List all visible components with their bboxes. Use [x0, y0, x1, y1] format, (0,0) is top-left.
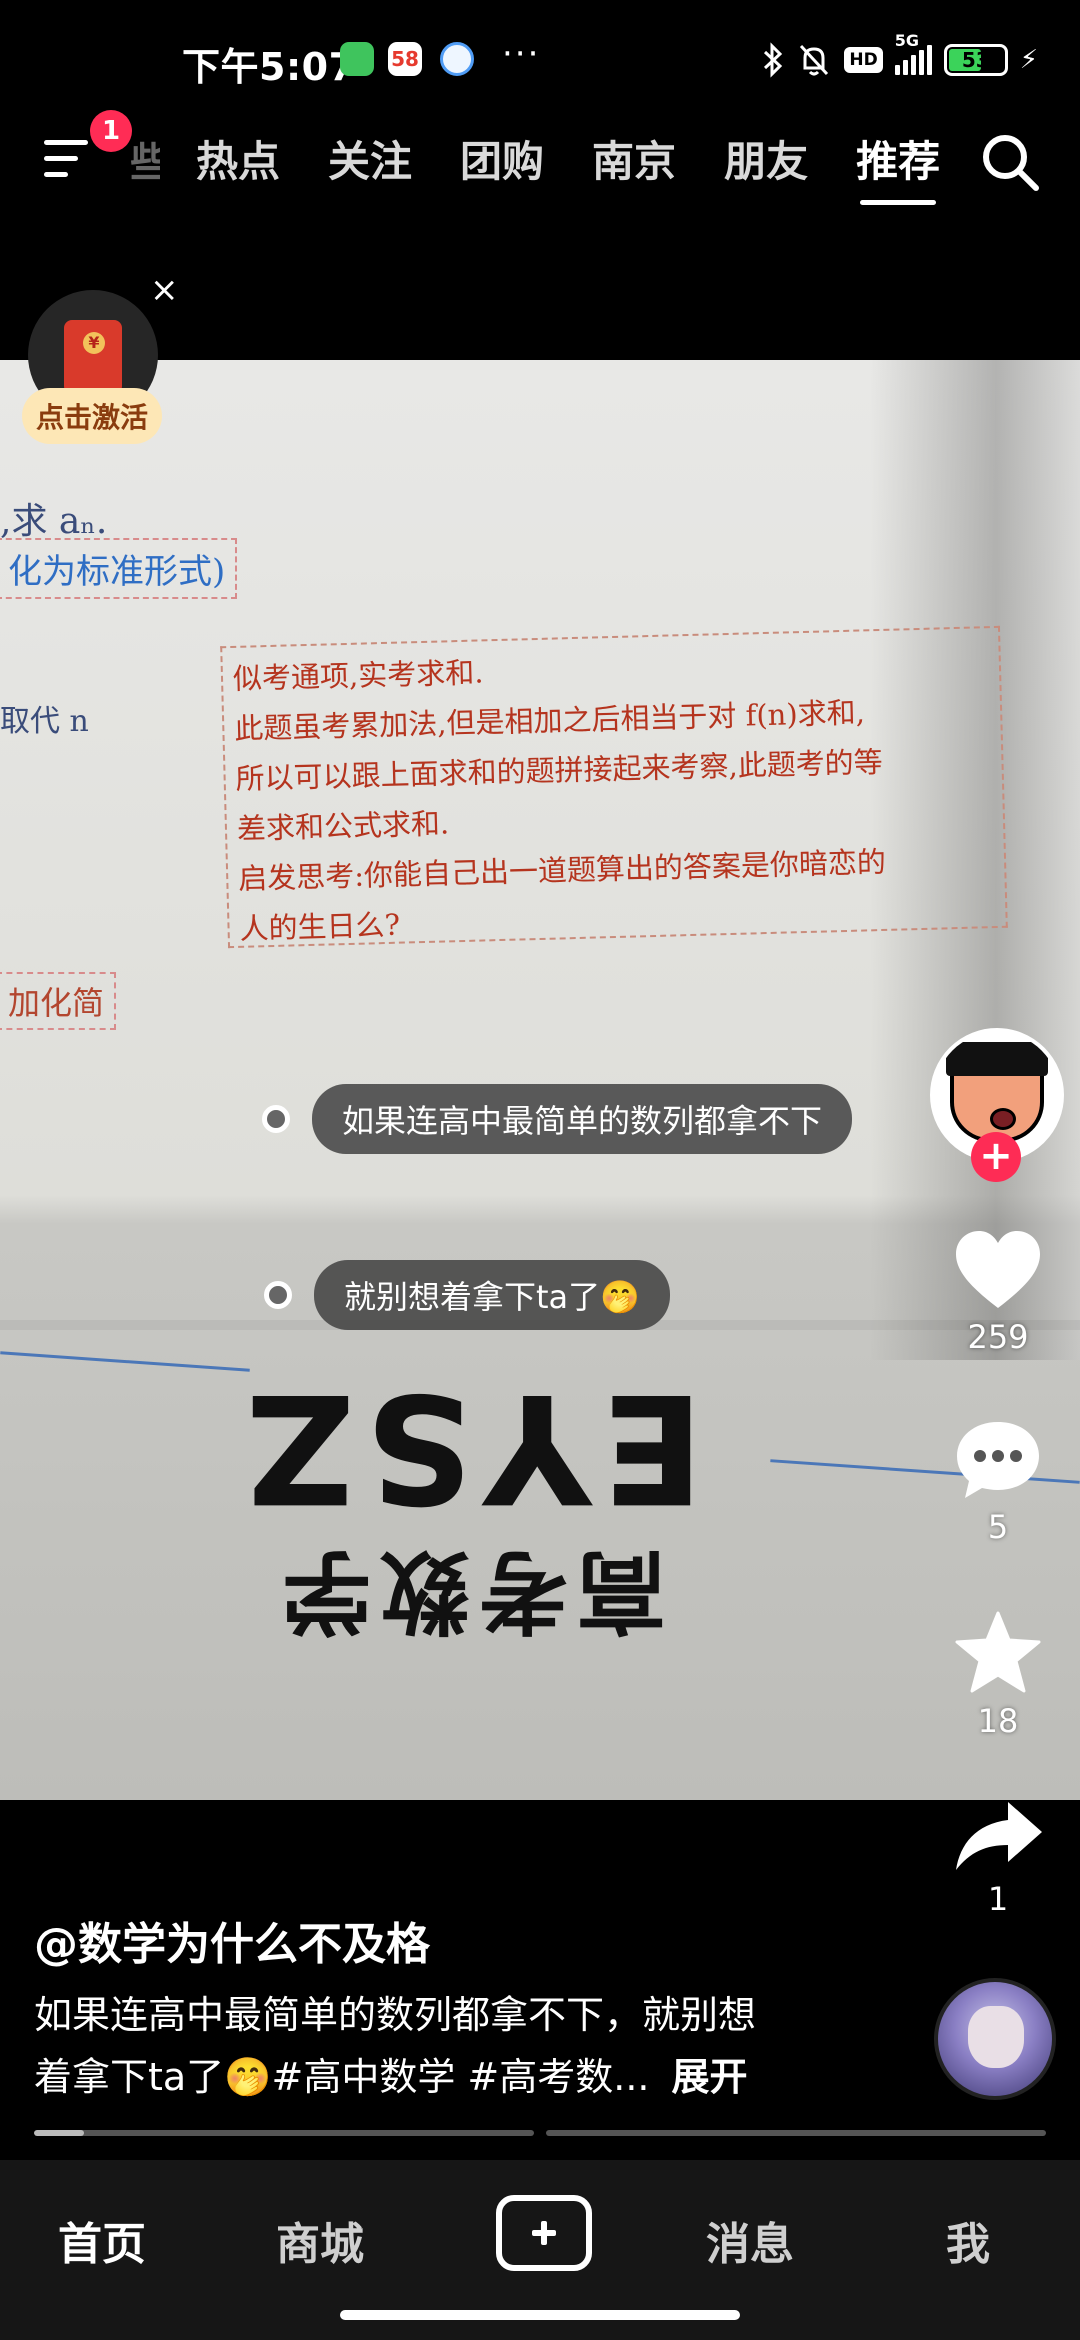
star-icon	[955, 1611, 1041, 1693]
tab-following[interactable]: 关注	[328, 128, 412, 205]
caption-dot-icon	[264, 1281, 292, 1309]
book-cover: 高考数学 EYSZ	[130, 1360, 810, 1664]
avatar-hair	[946, 1042, 1048, 1076]
like-count: 259	[967, 1318, 1029, 1356]
book-note-red: 加化简	[0, 972, 117, 1030]
caption-text: 就别想着拿下ta了🤭	[314, 1260, 671, 1330]
caption-bubble: 就别想着拿下ta了🤭	[264, 1260, 671, 1330]
expand-button[interactable]: 展开	[672, 2055, 748, 2099]
like-button[interactable]: 259	[928, 1228, 1068, 1356]
status-indicators: HD 5G 53 ⚡	[762, 31, 1038, 82]
music-disc-icon[interactable]	[934, 1978, 1056, 2100]
tab-partial[interactable]: 些	[130, 130, 160, 188]
feed-tabs: 热点 关注 团购 南京 朋友 推荐	[196, 128, 940, 205]
cover-title: 高考数学	[274, 1538, 666, 1643]
comment-count: 5	[987, 1508, 1009, 1546]
favorite-count: 18	[977, 1702, 1019, 1740]
video-progress[interactable]	[34, 2130, 1046, 2136]
share-button[interactable]: 1	[928, 1798, 1068, 1918]
share-count: 1	[987, 1880, 1009, 1918]
caption-text: 如果连高中最简单的数列都拿不下	[312, 1084, 853, 1154]
cover-brand: EYSZ	[236, 1360, 704, 1534]
nav-profile[interactable]: 我	[946, 2208, 990, 2272]
description-line: 如果连高中最简单的数列都拿不下，就别想	[34, 1993, 757, 2037]
nav-home[interactable]: 首页	[58, 2208, 146, 2272]
tab-hot[interactable]: 热点	[196, 128, 280, 205]
activate-button[interactable]: 点击激活	[22, 388, 163, 444]
heart-icon	[956, 1231, 1040, 1308]
charging-icon: ⚡	[1019, 45, 1038, 75]
signal-icon: 5G	[894, 31, 932, 75]
comment-icon	[957, 1422, 1039, 1498]
top-nav: 1 些 热点 关注 团购 南京 朋友 推荐	[0, 110, 1080, 210]
follow-button[interactable]: +	[971, 1132, 1021, 1182]
book-note-blue: 化为标准形式)	[0, 538, 238, 599]
tab-group-buy[interactable]: 团购	[460, 128, 544, 205]
status-time: 下午5:07	[182, 45, 356, 89]
progress-segment	[546, 2130, 1046, 2136]
app-notification-icon	[340, 42, 374, 76]
home-indicator[interactable]	[340, 2310, 740, 2320]
caption-bubble: 如果连高中最简单的数列都拿不下	[262, 1084, 853, 1154]
description-line: 着拿下ta了🤭#高中数学 #高考数...	[34, 2055, 650, 2099]
book-text-small: 取代 n	[0, 704, 89, 739]
comment-button[interactable]: 5	[928, 1418, 1068, 1546]
favorite-button[interactable]: 18	[928, 1610, 1068, 1740]
handwritten-note: 似考通项,实考求和. 此题虽考累加法,但是相加之后相当于对 f(n)求和, 所以…	[220, 625, 1008, 949]
progress-segment	[34, 2130, 534, 2136]
tab-local[interactable]: 南京	[592, 128, 676, 205]
video-player[interactable]: ,求 aₙ. 化为标准形式) 取代 n 加化简 似考通项,实考求和. 此题虽考累…	[0, 360, 1080, 1800]
progress-fill	[34, 2130, 84, 2136]
bluetooth-icon	[764, 42, 783, 78]
nav-mall[interactable]: 商城	[276, 2208, 364, 2272]
search-icon[interactable]	[978, 130, 1042, 194]
battery-icon: 53	[943, 44, 1008, 76]
hd-badge: HD	[844, 47, 883, 73]
video-description[interactable]: 如果连高中最简单的数列都拿不下，就别想 着拿下ta了🤭#高中数学 #高考数...…	[34, 1984, 914, 2108]
book-formula: ,求 aₙ.	[0, 501, 108, 542]
nav-messages[interactable]: 消息	[706, 2208, 794, 2272]
menu-icon[interactable]	[44, 134, 94, 184]
battery-level: 53	[961, 48, 990, 72]
network-type: 5G	[894, 31, 919, 50]
status-bar: 下午5:07 58 ··· HD 5G 53 ⚡	[0, 0, 1080, 120]
more-notifications-icon: ···	[502, 34, 541, 74]
avatar-mouth	[990, 1108, 1016, 1130]
tab-recommended[interactable]: 推荐	[856, 128, 940, 205]
notification-badge: 1	[90, 110, 132, 152]
close-icon[interactable]: ×	[150, 270, 179, 310]
app-58-icon: 58	[388, 42, 422, 76]
caption-dot-icon	[262, 1105, 290, 1133]
author-name[interactable]: @数学为什么不及格	[34, 1908, 430, 1972]
create-video-button[interactable]	[496, 2195, 592, 2271]
bell-muted-icon	[800, 44, 829, 76]
share-icon	[956, 1802, 1042, 1870]
red-envelope-icon	[64, 320, 122, 394]
tab-friends[interactable]: 朋友	[724, 128, 808, 205]
app-blue-icon	[440, 42, 474, 76]
